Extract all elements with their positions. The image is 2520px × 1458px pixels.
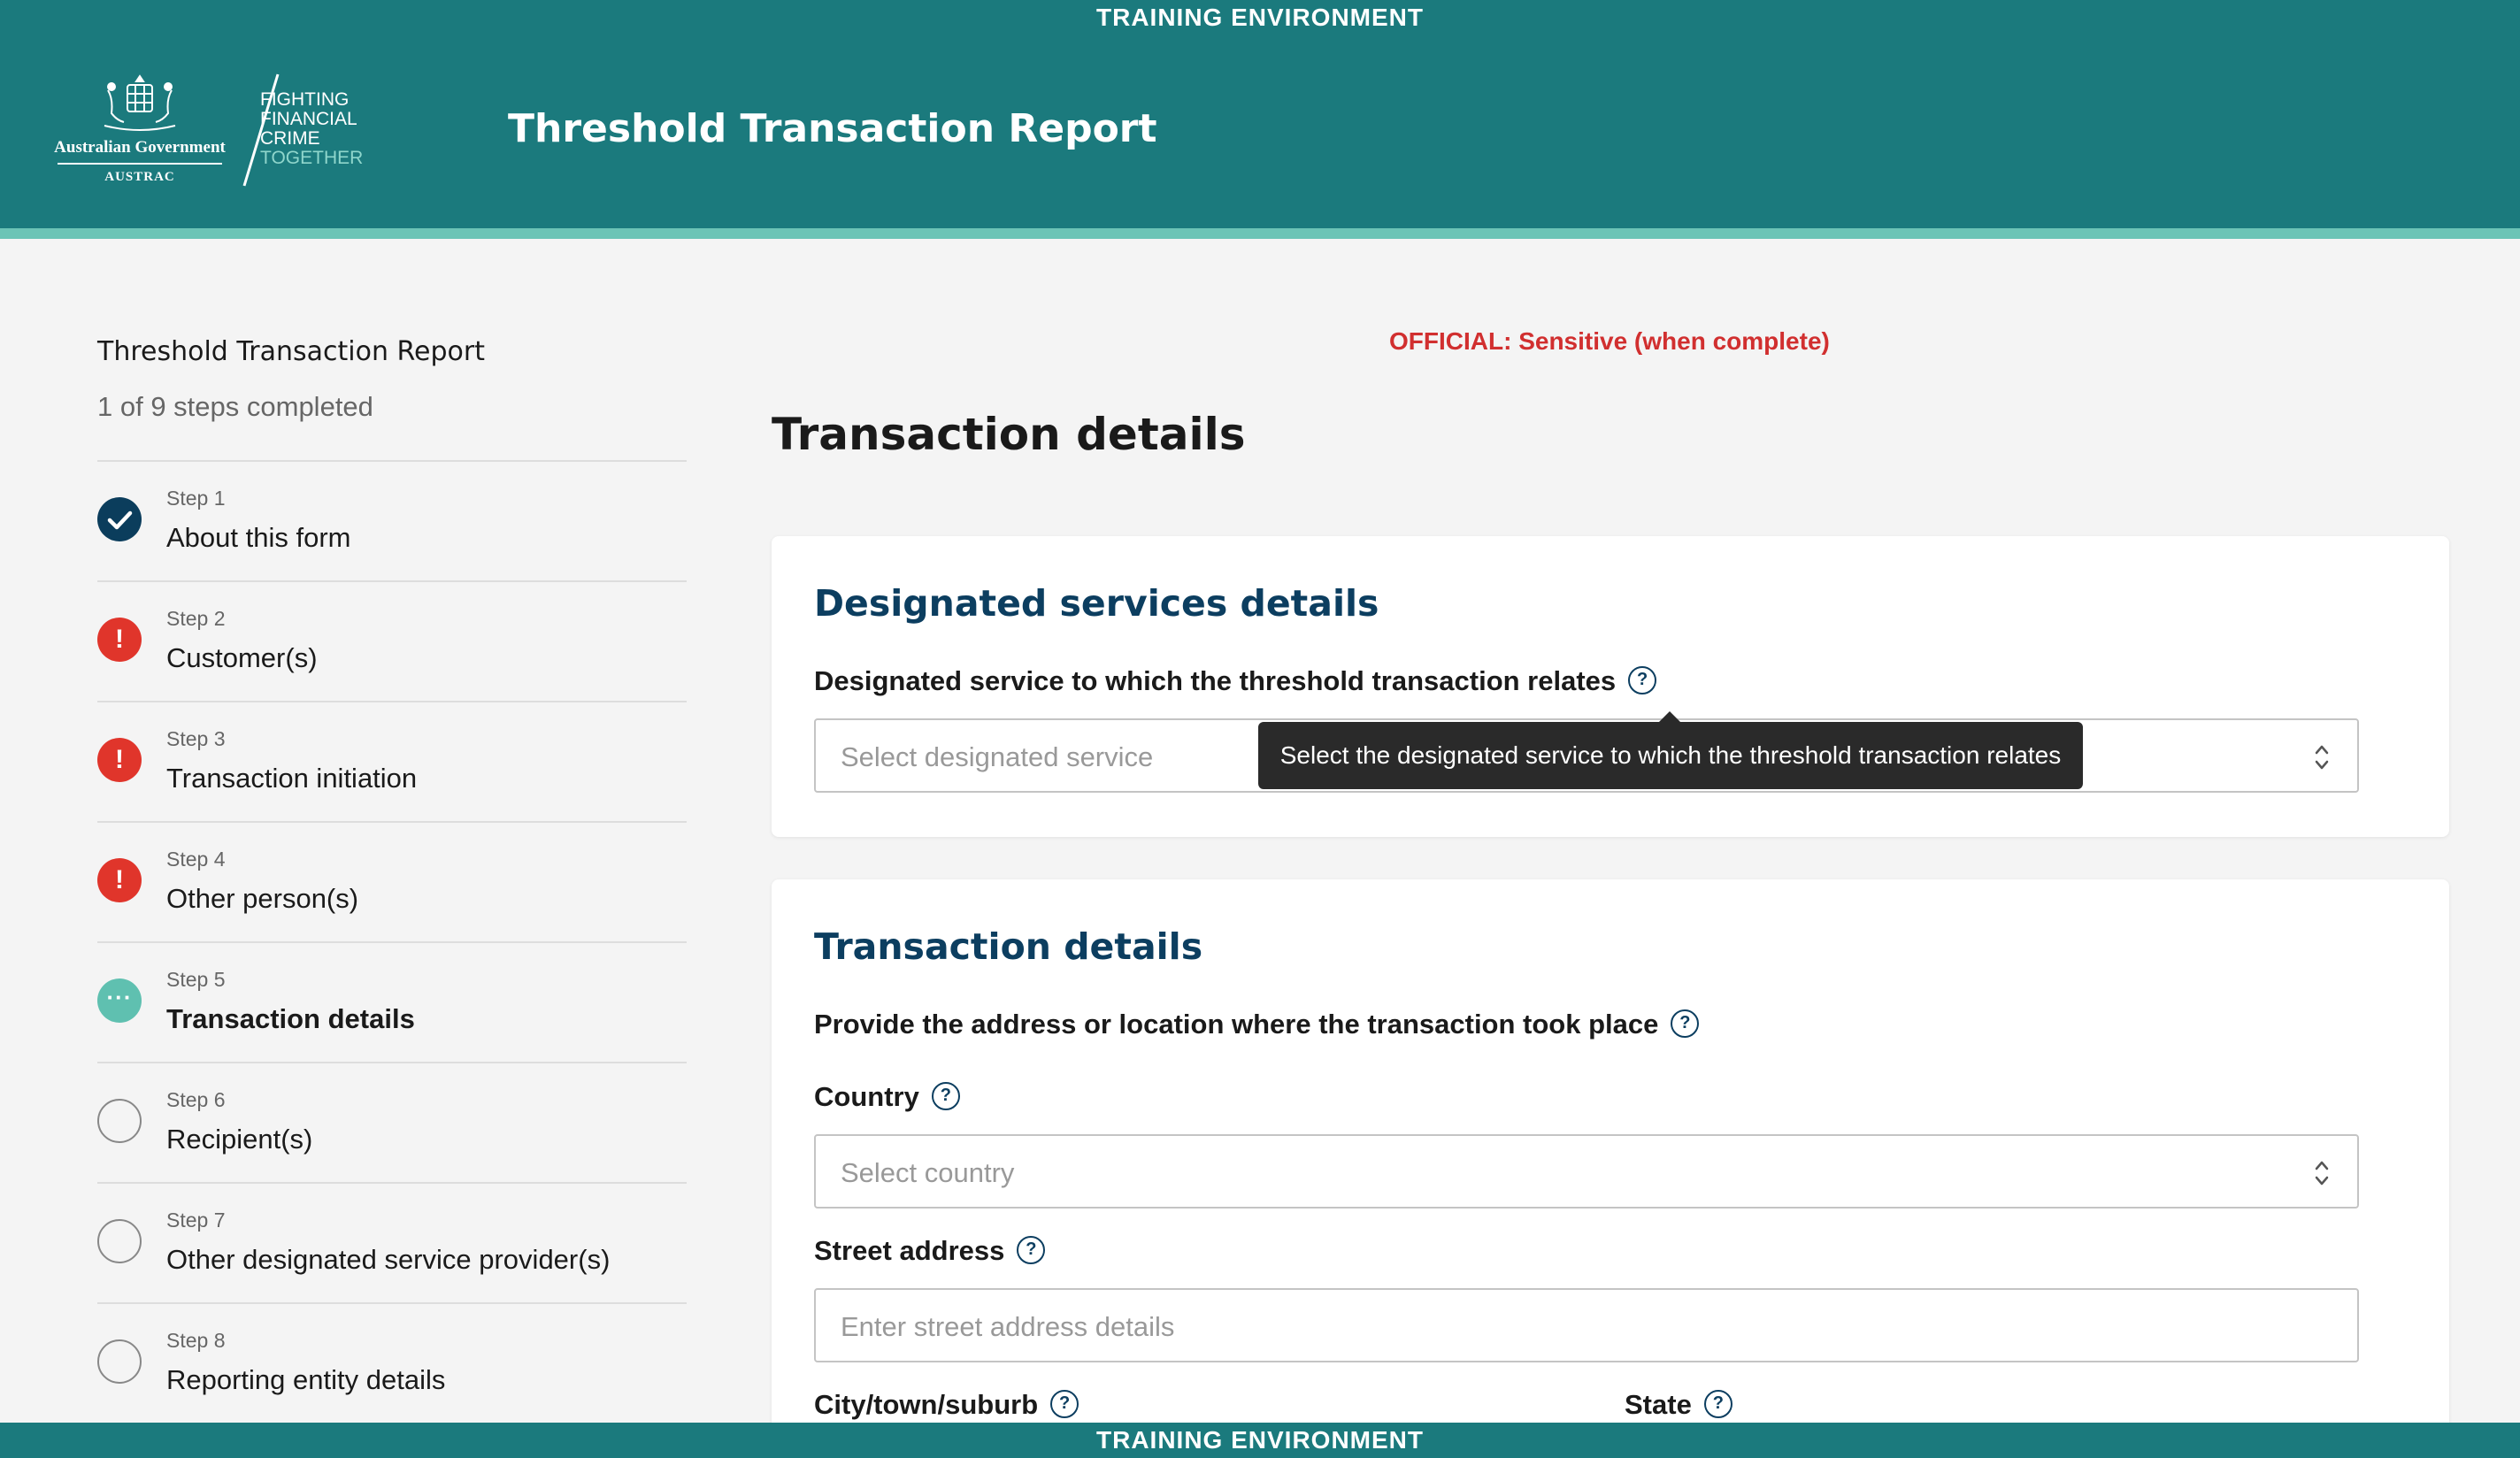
step-number: Step 2	[166, 607, 226, 630]
street-address-label-text: Street address	[814, 1235, 1005, 1266]
chevron-up-down-icon	[2315, 745, 2329, 770]
transaction-details-card: Transaction details Provide the address …	[772, 879, 2449, 1458]
sidebar-progress: 1 of 9 steps completed	[97, 391, 373, 422]
step-label: Other person(s)	[166, 883, 359, 914]
error-icon: !	[97, 858, 142, 902]
help-icon[interactable]: ?	[1628, 665, 1657, 694]
step-number: Step 3	[166, 727, 226, 750]
tagline-line-4: TOGETHER	[260, 148, 364, 168]
logo-divider	[58, 163, 222, 165]
city-label: City/town/suburb?	[814, 1389, 1079, 1421]
step-number: Step 4	[166, 848, 226, 871]
section-title-transaction-details: Transaction details	[814, 925, 1203, 968]
step-item-recipients[interactable]: Step 6 Recipient(s)	[97, 1063, 687, 1184]
step-item-reporting-entity-details[interactable]: Step 8 Reporting entity details	[97, 1304, 687, 1424]
error-icon: !	[97, 738, 142, 782]
section-title-designated-services: Designated services details	[814, 582, 1379, 625]
help-icon[interactable]: ?	[1017, 1235, 1046, 1264]
not-started-icon	[97, 1219, 142, 1263]
designated-service-tooltip: Select the designated service to which t…	[1258, 722, 2083, 789]
tagline-line-1: FIGHTING	[260, 89, 350, 110]
designated-service-placeholder: Select designated service	[841, 741, 1154, 772]
agency-name: AUSTRAC	[104, 170, 175, 184]
error-icon: !	[97, 618, 142, 662]
country-placeholder: Select country	[841, 1157, 1015, 1188]
step-label: Transaction initiation	[166, 763, 418, 794]
state-label-text: State	[1625, 1389, 1692, 1420]
designated-service-label-text: Designated service to which the threshol…	[814, 665, 1617, 696]
designated-services-card: Designated services details Designated s…	[772, 536, 2449, 837]
training-environment-banner-bottom: TRAINING ENVIRONMENT	[0, 1423, 2520, 1458]
designated-service-label: Designated service to which the threshol…	[814, 665, 1657, 697]
city-label-text: City/town/suburb	[814, 1389, 1039, 1420]
tagline-line-2: FINANCIAL	[260, 109, 357, 129]
help-icon[interactable]: ?	[1671, 1009, 1700, 1038]
country-label-text: Country	[814, 1081, 919, 1112]
header-title: Threshold Transaction Report	[508, 106, 1157, 151]
security-classification: OFFICIAL: Sensitive (when complete)	[1389, 327, 1830, 355]
step-label: Recipient(s)	[166, 1124, 313, 1155]
page-title: Transaction details	[772, 409, 1246, 460]
street-address-input[interactable]: Enter street address details	[814, 1288, 2359, 1362]
not-started-icon	[97, 1339, 142, 1384]
country-label: Country?	[814, 1081, 960, 1113]
step-label: Transaction details	[166, 1003, 415, 1034]
step-number: Step 6	[166, 1088, 226, 1111]
help-icon[interactable]: ?	[1703, 1389, 1732, 1418]
header-accent-bar	[0, 228, 2520, 239]
step-number: Step 1	[166, 487, 226, 510]
not-started-icon	[97, 1099, 142, 1143]
step-item-transaction-details[interactable]: ··· Step 5 Transaction details	[97, 943, 687, 1063]
sidebar-title: Threshold Transaction Report	[97, 336, 485, 367]
step-label: About this form	[166, 522, 351, 553]
step-item-customers[interactable]: ! Step 2 Customer(s)	[97, 582, 687, 702]
chevron-up-down-icon	[2315, 1161, 2329, 1186]
country-select[interactable]: Select country	[814, 1134, 2359, 1209]
coat-of-arms-icon	[104, 74, 176, 131]
step-item-about-this-form[interactable]: Step 1 About this form	[97, 462, 687, 582]
training-environment-banner-top: TRAINING ENVIRONMENT	[1096, 4, 1424, 31]
tagline-logo: FIGHTING FINANCIAL CRIME TOGETHER	[241, 73, 400, 188]
street-address-label: Street address?	[814, 1235, 1046, 1267]
tagline-text: FIGHTING FINANCIAL CRIME TOGETHER	[260, 90, 363, 168]
help-icon[interactable]: ?	[931, 1081, 960, 1110]
step-label: Other designated service provider(s)	[166, 1244, 611, 1275]
help-icon[interactable]: ?	[1050, 1389, 1079, 1418]
step-number: Step 7	[166, 1209, 226, 1232]
step-number: Step 8	[166, 1329, 226, 1352]
step-item-transaction-initiation[interactable]: ! Step 3 Transaction initiation	[97, 702, 687, 823]
step-label: Customer(s)	[166, 642, 318, 673]
gov-name: Australian Government	[54, 138, 226, 157]
transaction-location-label: Provide the address or location where th…	[814, 1009, 1700, 1040]
australian-government-logo[interactable]: Australian Government AUSTRAC	[51, 73, 228, 189]
street-address-placeholder: Enter street address details	[841, 1311, 1175, 1342]
step-label: Reporting entity details	[166, 1364, 446, 1395]
state-label: State?	[1625, 1389, 1732, 1421]
steps-list: Step 1 About this form ! Step 2 Customer…	[97, 460, 687, 1424]
app-header: TRAINING ENVIRONMENT Australian Governme…	[0, 0, 2520, 228]
checkmark-icon	[97, 497, 142, 541]
step-navigation: Threshold Transaction Report 1 of 9 step…	[97, 336, 687, 1424]
in-progress-icon: ···	[97, 978, 142, 1023]
step-item-other-designated-service-providers[interactable]: Step 7 Other designated service provider…	[97, 1184, 687, 1304]
step-number: Step 5	[166, 968, 226, 991]
tagline-line-3: CRIME	[260, 128, 320, 149]
step-item-other-persons[interactable]: ! Step 4 Other person(s)	[97, 823, 687, 943]
transaction-location-label-text: Provide the address or location where th…	[814, 1009, 1659, 1040]
